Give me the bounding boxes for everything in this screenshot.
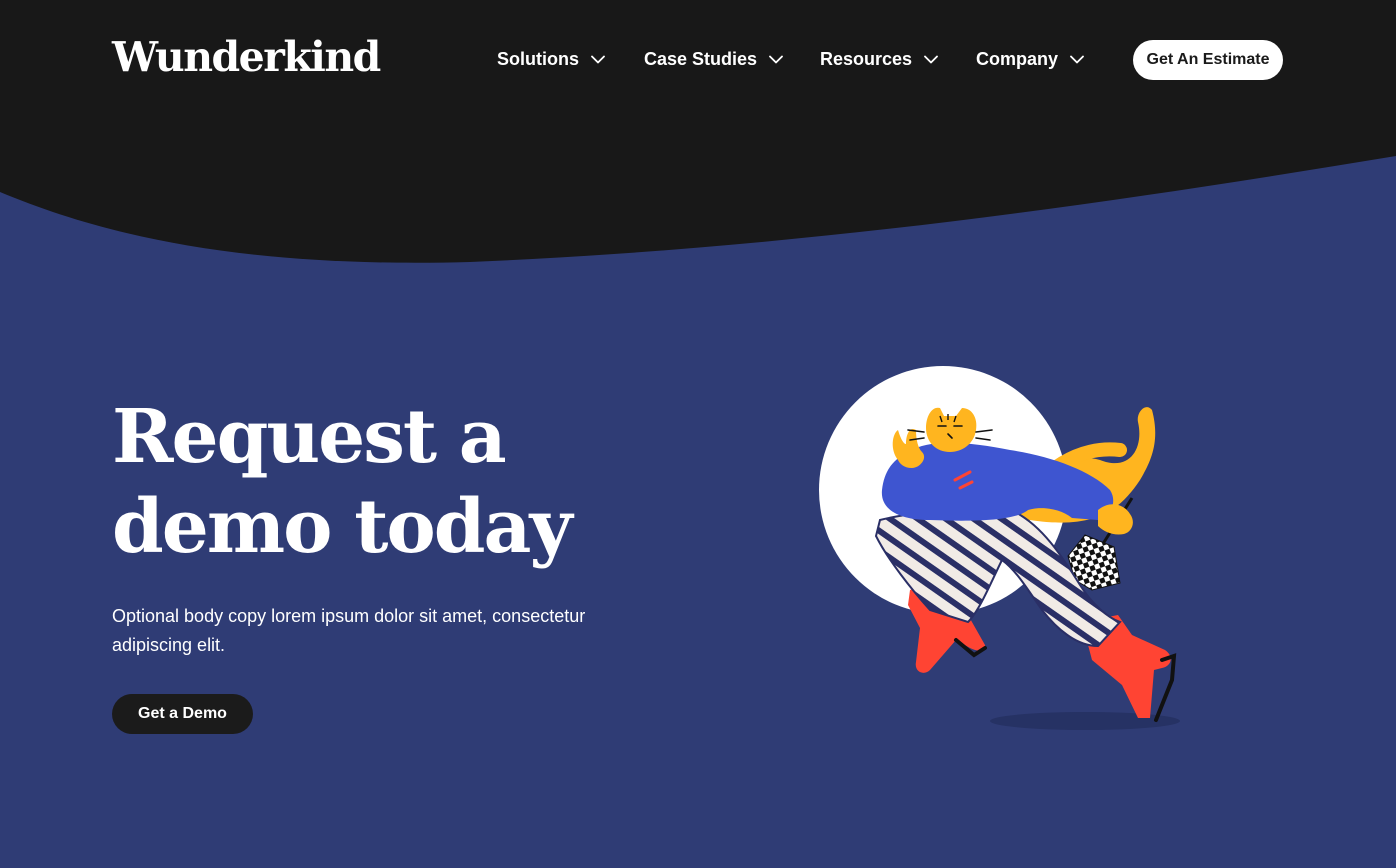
get-estimate-button[interactable]: Get An Estimate bbox=[1133, 40, 1283, 80]
nav-company-label: Company bbox=[976, 48, 1059, 69]
wunderkind-logo[interactable]: Wunderkind bbox=[112, 30, 381, 84]
chevron-down-icon bbox=[924, 55, 938, 64]
hero-title-line-2: demo today bbox=[112, 484, 572, 570]
hero-body-copy: Optional body copy lorem ipsum dolor sit… bbox=[112, 606, 586, 655]
top-navigation: Wunderkind Solutions Case Studies Resour… bbox=[0, 0, 1396, 118]
nav-resources[interactable]: Resources bbox=[820, 44, 938, 74]
chevron-down-icon bbox=[591, 55, 605, 64]
get-demo-button[interactable]: Get a Demo bbox=[112, 694, 253, 734]
hero-title-line-1: Request a bbox=[112, 394, 507, 480]
nav-case-studies[interactable]: Case Studies bbox=[644, 44, 783, 74]
chevron-down-icon bbox=[1070, 55, 1084, 64]
chevron-down-icon bbox=[769, 55, 783, 64]
nav-case-studies-label: Case Studies bbox=[644, 48, 758, 69]
flag-hand bbox=[1098, 504, 1133, 535]
nav-company[interactable]: Company bbox=[976, 44, 1084, 74]
hero-title: Request a demo today bbox=[112, 392, 672, 572]
nav-resources-label: Resources bbox=[820, 48, 913, 69]
ground-shadow bbox=[990, 712, 1180, 730]
nav-solutions-label: Solutions bbox=[497, 48, 579, 69]
nav-solutions[interactable]: Solutions bbox=[497, 44, 605, 74]
running-cat-illustration bbox=[819, 366, 1180, 730]
